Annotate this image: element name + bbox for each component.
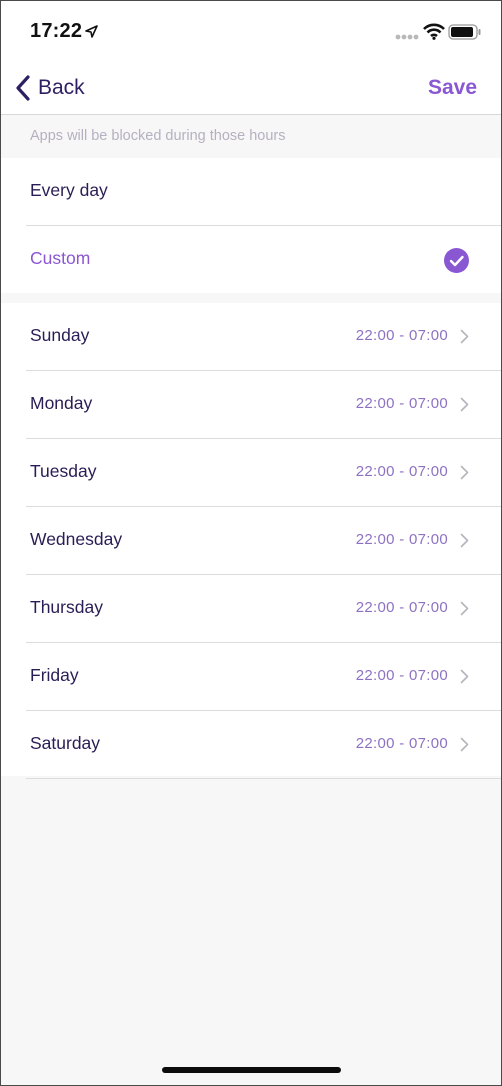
day-time-range: 22:00 - 07:00: [355, 531, 448, 548]
chevron-right-icon: [460, 669, 469, 684]
back-label: Back: [38, 76, 85, 99]
day-label: Thursday: [30, 597, 103, 617]
location-arrow-icon: [85, 25, 98, 38]
chevron-right-icon: [460, 465, 469, 480]
chevron-right-icon: [460, 737, 469, 752]
cellular-signal-icon: [395, 34, 419, 40]
day-time-range: 22:00 - 07:00: [355, 667, 448, 684]
mode-label: Every day: [30, 180, 108, 200]
day-time-range: 22:00 - 07:00: [355, 395, 448, 412]
chevron-right-icon: [460, 533, 469, 548]
mode-label: Custom: [30, 248, 91, 268]
day-label: Sunday: [30, 325, 90, 345]
day-time-range: 22:00 - 07:00: [355, 327, 448, 344]
day-time-range: 22:00 - 07:00: [355, 463, 448, 480]
mode-option-custom[interactable]: Custom: [1, 226, 501, 294]
day-time-range: 22:00 - 07:00: [355, 735, 448, 752]
divider: [26, 778, 501, 779]
save-button[interactable]: Save: [428, 76, 477, 100]
section-hint: Apps will be blocked during those hours: [30, 128, 286, 144]
day-row-tuesday[interactable]: Tuesday 22:00 - 07:00: [1, 439, 501, 507]
back-button[interactable]: Back: [15, 73, 85, 103]
home-indicator[interactable]: [162, 1067, 341, 1073]
day-row-sunday[interactable]: Sunday 22:00 - 07:00: [1, 303, 501, 371]
day-row-wednesday[interactable]: Wednesday 22:00 - 07:00: [1, 507, 501, 575]
day-row-monday[interactable]: Monday 22:00 - 07:00: [1, 371, 501, 439]
day-label: Tuesday: [30, 461, 97, 481]
status-time: 17:22: [30, 20, 83, 42]
nav-bar: Back Save: [1, 63, 501, 115]
chevron-right-icon: [460, 329, 469, 344]
day-label: Wednesday: [30, 529, 123, 549]
chevron-right-icon: [460, 601, 469, 616]
chevron-left-icon: [16, 75, 30, 101]
day-label: Friday: [30, 665, 79, 685]
day-row-friday[interactable]: Friday 22:00 - 07:00: [1, 643, 501, 711]
day-schedule-list: Sunday 22:00 - 07:00 Monday 22:00 - 07:0…: [1, 303, 501, 779]
schedule-mode-group: Every day Custom: [1, 158, 501, 293]
day-row-saturday[interactable]: Saturday 22:00 - 07:00: [1, 711, 501, 779]
day-time-range: 22:00 - 07:00: [355, 599, 448, 616]
day-label: Monday: [30, 393, 93, 413]
chevron-right-icon: [460, 397, 469, 412]
day-row-thursday[interactable]: Thursday 22:00 - 07:00: [1, 575, 501, 643]
battery-icon: [448, 24, 481, 40]
checkmark-circle-icon: [444, 248, 469, 273]
screen: 17:22 Back Save Apps will be blocked dur…: [1, 1, 501, 1085]
wifi-icon: [423, 23, 445, 40]
status-bar: 17:22: [1, 1, 501, 63]
mode-option-every-day[interactable]: Every day: [1, 158, 501, 226]
day-label: Saturday: [30, 733, 101, 753]
